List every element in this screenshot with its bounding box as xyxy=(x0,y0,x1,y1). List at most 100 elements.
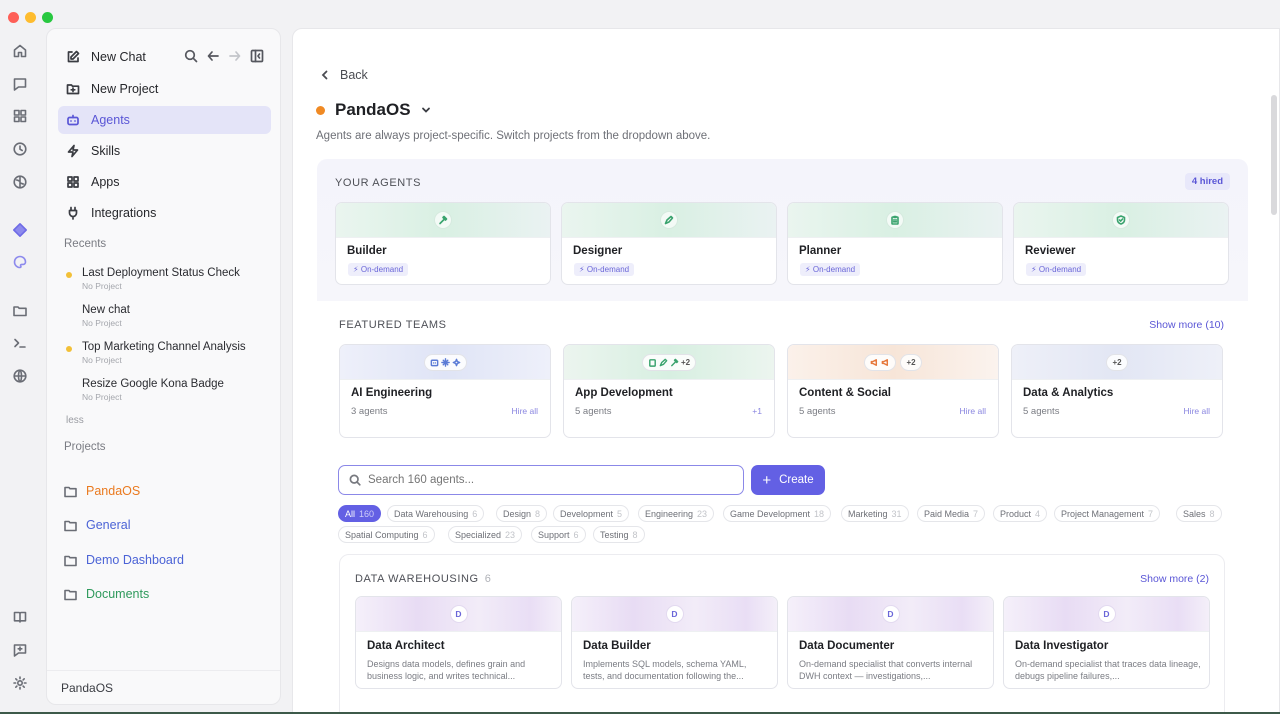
chip-sales[interactable]: Sales 8 xyxy=(1176,505,1222,522)
chip-data-warehousing[interactable]: Data Warehousing 6 xyxy=(387,505,485,522)
chat-icon[interactable] xyxy=(10,74,30,94)
agent-card-data-architect[interactable]: D Data Architect Designs data models, de… xyxy=(355,596,562,689)
projects-heading: Projects xyxy=(64,441,106,453)
agent-card-data-documenter[interactable]: D Data Documenter On-demand specialist t… xyxy=(787,596,994,689)
chip-engineering[interactable]: Engineering 23 xyxy=(638,505,715,522)
badge-label: On-demand xyxy=(812,265,856,274)
agent-name: Planner xyxy=(799,245,842,257)
main-scrollbar[interactable] xyxy=(1271,95,1277,215)
agent-description: On-demand specialist that converts inter… xyxy=(799,659,973,681)
team-card-data-analytics[interactable]: +2 Data & Analytics 5 agents Hire all xyxy=(1011,344,1223,438)
create-agent-button[interactable]: + Create xyxy=(751,465,825,495)
terminal-icon[interactable] xyxy=(10,333,30,353)
agent-card-data-investigator[interactable]: D Data Investigator On-demand specialist… xyxy=(1003,596,1210,689)
chip-paid-media[interactable]: Paid Media 7 xyxy=(917,505,986,522)
team-card-app-development[interactable]: +2 App Development 5 agents +1 xyxy=(563,344,775,438)
folder-icon xyxy=(64,520,77,531)
close-window-button[interactable] xyxy=(8,12,19,23)
recent-chat-item[interactable]: Resize Google Kona Badge No Project xyxy=(82,378,272,402)
sidebar-item-apps[interactable]: Apps xyxy=(58,168,271,196)
chip-marketing[interactable]: Marketing 31 xyxy=(841,505,909,522)
folder-icon xyxy=(64,486,77,497)
arrow-forward-icon[interactable] xyxy=(228,49,242,63)
recent-title: Last Deployment Status Check xyxy=(82,267,240,279)
hire-remaining-button[interactable]: +1 xyxy=(752,406,762,416)
search-input[interactable] xyxy=(368,474,718,486)
arrow-back-icon[interactable] xyxy=(206,49,220,63)
chip-specialized[interactable]: Specialized 23 xyxy=(448,526,523,543)
project-item-general[interactable]: General xyxy=(64,518,130,532)
chevron-left-icon xyxy=(321,70,328,80)
chip-game-development[interactable]: Game Development 18 xyxy=(723,505,832,522)
team-card-ai-engineering[interactable]: AI Engineering 3 agents Hire all xyxy=(339,344,551,438)
project-item-documents[interactable]: Documents xyxy=(64,587,149,601)
compose-icon xyxy=(67,50,80,63)
grid-icon[interactable] xyxy=(10,106,30,126)
sidebar-item-agents[interactable]: Agents xyxy=(58,106,271,134)
featured-show-more-link[interactable]: Show more (10) xyxy=(1149,319,1224,331)
chip-design[interactable]: Design 8 xyxy=(496,505,548,522)
sidebar-item-integrations[interactable]: Integrations xyxy=(58,199,271,227)
chip-label: Product xyxy=(1000,508,1032,519)
back-button[interactable]: Back xyxy=(320,68,368,82)
team-agent-count: 5 agents xyxy=(799,406,836,417)
recent-chat-item[interactable]: New chat No Project xyxy=(82,304,272,328)
agent-name: Designer xyxy=(573,245,623,257)
chip-all[interactable]: All 160 xyxy=(338,505,382,522)
on-demand-badge: ⚡ On-demand xyxy=(1026,263,1087,276)
agent-card-reviewer[interactable]: Reviewer ⚡ On-demand xyxy=(1013,202,1229,285)
recent-chat-item[interactable]: Last Deployment Status Check No Project xyxy=(66,267,272,291)
chip-label: Spatial Computing xyxy=(345,529,419,540)
chip-spatial-computing[interactable]: Spatial Computing 6 xyxy=(338,526,435,543)
globe-icon[interactable] xyxy=(10,366,30,386)
project-switcher[interactable]: PandaOS xyxy=(316,100,431,120)
agent-description: On-demand specialist that traces data li… xyxy=(1015,659,1201,681)
search-icon[interactable] xyxy=(184,49,198,63)
chip-count: 7 xyxy=(973,508,979,519)
project-item-pandaos[interactable]: PandaOS xyxy=(64,484,140,498)
show-less-link[interactable]: less xyxy=(66,415,84,426)
folder-open-icon[interactable] xyxy=(10,301,30,321)
collapse-sidebar-icon[interactable] xyxy=(250,49,264,63)
zoom-window-button[interactable] xyxy=(42,12,53,23)
page-subtitle: Agents are always project-specific. Swit… xyxy=(316,130,711,142)
chip-count: 4 xyxy=(1035,508,1041,519)
workspace-name[interactable]: PandaOS xyxy=(61,681,113,695)
dw-show-more-link[interactable]: Show more (2) xyxy=(1140,573,1209,585)
home-icon[interactable] xyxy=(10,41,30,61)
chip-project-management[interactable]: Project Management 7 xyxy=(1054,505,1161,522)
agent-card-planner[interactable]: Planner ⚡ On-demand xyxy=(787,202,1003,285)
palette-icon[interactable] xyxy=(10,252,30,272)
chip-label: Engineering xyxy=(645,508,694,519)
hire-all-button[interactable]: Hire all xyxy=(1184,406,1210,416)
agent-avatar: D xyxy=(1097,605,1116,623)
chip-support[interactable]: Support 6 xyxy=(531,526,586,543)
clock-icon[interactable] xyxy=(10,139,30,159)
agent-card-data-builder[interactable]: D Data Builder Implements SQL models, sc… xyxy=(571,596,778,689)
agent-name: Data Architect xyxy=(367,640,445,652)
git-diamond-icon[interactable] xyxy=(10,220,30,240)
team-agent-count: 3 agents xyxy=(351,406,388,417)
sidebar-item-skills[interactable]: Skills xyxy=(58,137,271,165)
agent-card-builder[interactable]: Builder ⚡ On-demand xyxy=(335,202,551,285)
hire-all-button[interactable]: Hire all xyxy=(960,406,986,416)
new-project-button[interactable]: New Project xyxy=(58,75,271,103)
more-agents-pill: +2 xyxy=(900,353,922,371)
book-icon[interactable] xyxy=(10,607,30,627)
agent-search-box[interactable] xyxy=(338,465,744,495)
agent-card-designer[interactable]: Designer ⚡ On-demand xyxy=(561,202,777,285)
recent-chat-item[interactable]: Top Marketing Channel Analysis No Projec… xyxy=(66,341,272,365)
settings-gear-icon[interactable] xyxy=(10,673,30,693)
team-name: Content & Social xyxy=(799,387,892,399)
minimize-window-button[interactable] xyxy=(25,12,36,23)
project-item-demo-dashboard[interactable]: Demo Dashboard xyxy=(64,553,184,567)
team-card-content-social[interactable]: +2 Content & Social 5 agents Hire all xyxy=(787,344,999,438)
recent-subtitle: No Project xyxy=(82,392,122,402)
chip-testing[interactable]: Testing 8 xyxy=(593,526,645,543)
chip-count: 160 xyxy=(359,508,375,519)
chip-product[interactable]: Product 4 xyxy=(993,505,1048,522)
feedback-icon[interactable] xyxy=(10,640,30,660)
chip-development[interactable]: Development 5 xyxy=(553,505,630,522)
brain-icon[interactable] xyxy=(10,172,30,192)
hire-all-button[interactable]: Hire all xyxy=(512,406,538,416)
